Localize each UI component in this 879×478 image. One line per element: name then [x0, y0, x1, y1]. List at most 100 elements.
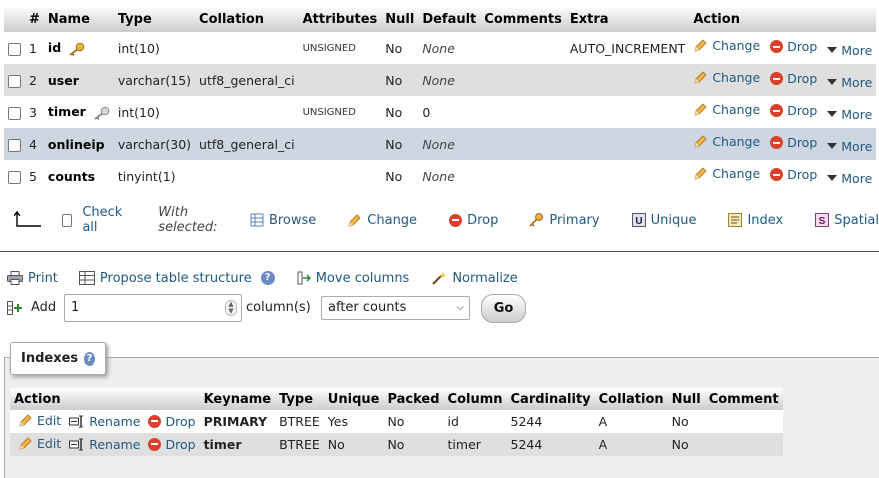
print-link[interactable]: Print — [7, 271, 58, 286]
row-actions: Change Drop More — [689, 32, 877, 64]
index-null: No — [667, 433, 705, 456]
bulk-spatial-button[interactable]: S Spatial — [815, 213, 879, 228]
normalize-link[interactable]: Normalize — [431, 271, 518, 286]
printer-icon — [7, 271, 23, 285]
column-number: 3 — [25, 96, 44, 128]
column-count-input[interactable]: 1 ▲ ▼ — [64, 294, 242, 322]
drop-index-link[interactable]: Drop — [148, 414, 196, 429]
index-collation: A — [594, 433, 668, 456]
row-checkbox[interactable] — [8, 138, 21, 152]
column-comments — [480, 160, 566, 192]
bulk-browse-button[interactable]: Browse — [250, 213, 316, 228]
go-button[interactable]: Go — [481, 294, 526, 323]
drop-icon — [770, 40, 784, 54]
edit-index-link[interactable]: Edit — [18, 436, 61, 451]
check-all-link[interactable]: Check all — [82, 205, 127, 235]
more-dropdown[interactable]: More — [827, 43, 872, 58]
idx-header-action: Action — [10, 388, 200, 410]
bulk-browse-label: Browse — [268, 212, 317, 228]
bulk-primary-label: Primary — [549, 212, 600, 228]
column-count-value: 1 — [71, 300, 80, 315]
more-dropdown[interactable]: More — [827, 171, 872, 186]
header-collation: Collation — [195, 6, 299, 32]
more-dropdown[interactable]: More — [827, 139, 872, 154]
more-dropdown[interactable]: More — [827, 75, 872, 90]
index-cardinality: 5244 — [506, 410, 595, 433]
table-row[interactable]: 1 id int(10) UNSIGNED No None AUTO_INCREMENT Ch… — [4, 32, 877, 64]
column-default: None — [418, 160, 481, 192]
index-comment — [704, 433, 783, 456]
change-link[interactable]: Change — [693, 38, 760, 53]
column-name: id — [47, 40, 62, 56]
bulk-change-button[interactable]: Change — [347, 213, 417, 228]
header-extra: Extra — [565, 6, 690, 32]
drop-link[interactable]: Drop — [770, 167, 817, 182]
column-number: 1 — [25, 32, 44, 64]
drop-link[interactable]: Drop — [770, 103, 817, 118]
column-comments — [480, 64, 566, 96]
indexes-help-icon[interactable]: ? — [84, 351, 95, 366]
column-position-value: after counts — [328, 300, 407, 315]
spinner-icon[interactable]: ▲ ▼ — [225, 300, 237, 316]
indexes-table: Action Keyname Type Unique Packed Column… — [10, 388, 783, 456]
column-null: No — [381, 96, 419, 128]
column-default: None — [418, 64, 481, 96]
column-attributes — [298, 128, 382, 160]
move-columns-link[interactable]: Move columns — [297, 271, 409, 286]
rename-index-link[interactable]: Rename — [69, 414, 140, 429]
row-select-cell — [4, 160, 25, 192]
drop-link[interactable]: Drop — [770, 135, 817, 150]
drop-link[interactable]: Drop — [770, 71, 817, 86]
change-label: Change — [712, 102, 761, 118]
drop-label: Drop — [787, 135, 818, 151]
move-columns-icon — [297, 271, 311, 285]
column-null: No — [381, 32, 419, 64]
row-checkbox[interactable] — [8, 170, 21, 184]
browse-icon — [250, 213, 264, 227]
more-dropdown[interactable]: More — [827, 107, 872, 122]
bulk-index-button[interactable]: Index — [728, 213, 783, 228]
row-select-cell — [4, 128, 25, 160]
table-row[interactable]: 5 counts tinyint(1) No None Change Drop More — [4, 160, 877, 192]
table-row[interactable]: 4 onlineip varchar(30) utf8_general_ci No Non… — [4, 128, 877, 160]
index-keyname: PRIMARY — [199, 410, 276, 433]
more-label: More — [841, 74, 873, 90]
row-checkbox[interactable] — [8, 74, 21, 88]
rename-index-link[interactable]: Rename — [69, 437, 140, 452]
svg-text:U: U — [635, 216, 642, 227]
column-collation — [195, 32, 299, 64]
structure-header-row: # Name Type Collation Attributes Null De… — [4, 6, 877, 32]
check-all-checkbox[interactable] — [62, 213, 73, 227]
propose-structure-link[interactable]: Propose table structure — [78, 271, 252, 286]
change-link[interactable]: Change — [693, 102, 760, 117]
pencil-icon — [694, 71, 707, 84]
column-collation: utf8_general_ci — [195, 128, 299, 160]
help-icon[interactable]: ? — [260, 271, 275, 285]
table-row[interactable]: 3 timer int(10) UNSIGNED No 0 Change Drop More — [4, 96, 877, 128]
drop-index-link[interactable]: Drop — [148, 437, 196, 452]
drop-link[interactable]: Drop — [770, 39, 817, 54]
change-link[interactable]: Change — [693, 70, 760, 85]
chevron-down-icon: ⌵ — [456, 302, 464, 313]
change-link[interactable]: Change — [693, 166, 760, 181]
index-comment — [704, 410, 783, 433]
row-actions: Change Drop More — [689, 96, 877, 128]
bulk-spatial-label: Spatial — [834, 212, 879, 228]
rename-icon — [69, 415, 84, 427]
row-checkbox[interactable] — [8, 42, 21, 56]
change-link[interactable]: Change — [693, 134, 760, 149]
header-type: Type — [113, 6, 196, 32]
column-position-select[interactable]: after counts ⌵ — [321, 296, 470, 320]
drop-icon — [148, 437, 162, 451]
table-tools: Print Propose table structure ? Move col… — [7, 268, 518, 288]
bulk-primary-button[interactable]: Primary — [528, 212, 600, 228]
bulk-unique-button[interactable]: U Unique — [631, 213, 696, 228]
index-unique: Yes — [323, 410, 384, 433]
row-checkbox[interactable] — [8, 106, 21, 120]
column-type: int(10) — [113, 32, 196, 64]
bulk-index-label: Index — [747, 212, 784, 228]
edit-index-link[interactable]: Edit — [18, 413, 61, 428]
table-row[interactable]: 2 user varchar(15) utf8_general_ci No None Cha… — [4, 64, 877, 96]
header-name[interactable]: Name — [43, 6, 114, 32]
bulk-drop-button[interactable]: Drop — [449, 213, 498, 228]
